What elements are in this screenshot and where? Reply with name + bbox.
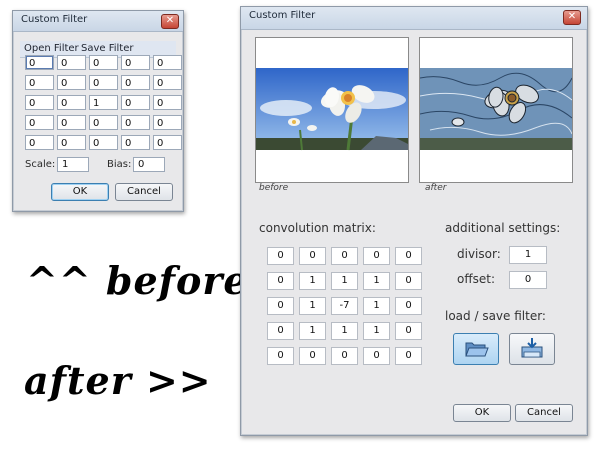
matrix-cell[interactable]: 0 xyxy=(395,272,422,290)
cancel-button[interactable]: Cancel xyxy=(115,183,173,201)
title-bar[interactable]: Custom Filter ✕ xyxy=(13,11,183,32)
title-bar[interactable]: Custom Filter ✕ xyxy=(241,7,587,30)
matrix-cell[interactable]: 0 xyxy=(121,135,150,150)
matrix-cell[interactable]: 0 xyxy=(25,135,54,150)
save-filter-button[interactable] xyxy=(509,333,555,365)
matrix-cell[interactable]: 0 xyxy=(395,347,422,365)
after-preview xyxy=(419,37,573,183)
after-caption: after xyxy=(425,183,447,193)
divisor-label: divisor: xyxy=(457,247,501,261)
matrix-cell[interactable]: 0 xyxy=(153,95,182,110)
before-annotation: ^^ before xyxy=(26,258,249,303)
divisor-input[interactable]: 1 xyxy=(509,246,547,264)
matrix-cell[interactable]: 0 xyxy=(395,322,422,340)
matrix-cell[interactable]: 1 xyxy=(363,272,390,290)
window-title: Custom Filter xyxy=(21,14,88,25)
matrix-cell[interactable]: 0 xyxy=(57,135,86,150)
offset-input[interactable]: 0 xyxy=(509,271,547,289)
matrix-cell[interactable]: 1 xyxy=(299,297,326,315)
matrix-cell[interactable]: 0 xyxy=(121,55,150,70)
after-annotation: after >> xyxy=(24,358,212,403)
matrix-cell[interactable]: 0 xyxy=(57,75,86,90)
open-filter-button[interactable] xyxy=(453,333,499,365)
matrix-cell[interactable]: 0 xyxy=(121,75,150,90)
custom-filter-dialog-new: Custom Filter ✕ before after convolution… xyxy=(240,6,588,436)
close-icon[interactable]: ✕ xyxy=(161,14,179,29)
matrix-cell[interactable]: 1 xyxy=(331,272,358,290)
matrix-cell[interactable]: 1 xyxy=(363,297,390,315)
matrix-cell[interactable]: 0 xyxy=(25,55,54,70)
matrix-cell[interactable]: 0 xyxy=(121,95,150,110)
matrix-cell[interactable]: 0 xyxy=(363,247,390,265)
matrix-cell[interactable]: 0 xyxy=(363,347,390,365)
matrix-cell[interactable]: 0 xyxy=(299,347,326,365)
matrix-cell[interactable]: 1 xyxy=(299,272,326,290)
matrix-cell[interactable]: 1 xyxy=(363,322,390,340)
before-caption: before xyxy=(259,183,289,193)
window-title: Custom Filter xyxy=(249,10,316,21)
matrix-cell[interactable]: 0 xyxy=(89,115,118,130)
matrix-cell[interactable]: 0 xyxy=(267,247,294,265)
matrix-cell[interactable]: 0 xyxy=(89,75,118,90)
ok-button[interactable]: OK xyxy=(453,404,511,422)
matrix-cell[interactable]: 1 xyxy=(299,322,326,340)
save-icon xyxy=(521,338,543,358)
matrix-cell[interactable]: 0 xyxy=(25,115,54,130)
bias-label: Bias: xyxy=(107,159,132,170)
close-icon[interactable]: ✕ xyxy=(563,10,581,25)
matrix-cell[interactable]: 0 xyxy=(299,247,326,265)
offset-label: offset: xyxy=(457,272,495,286)
ok-button[interactable]: OK xyxy=(51,183,109,201)
open-folder-icon xyxy=(465,342,489,357)
matrix-cell[interactable]: 0 xyxy=(267,322,294,340)
additional-settings-label: additional settings: xyxy=(445,221,561,235)
menu-save-filter[interactable]: Save Filter xyxy=(81,43,134,54)
convolution-matrix-label: convolution matrix: xyxy=(259,221,376,235)
matrix-cell[interactable]: 0 xyxy=(153,55,182,70)
before-photo xyxy=(256,38,408,182)
matrix-cell[interactable]: 0 xyxy=(395,247,422,265)
before-preview xyxy=(255,37,409,183)
matrix-cell[interactable]: 0 xyxy=(57,95,86,110)
matrix-cell[interactable]: -7 xyxy=(331,297,358,315)
matrix-cell[interactable]: 1 xyxy=(89,95,118,110)
matrix-cell[interactable]: 0 xyxy=(153,135,182,150)
matrix-cell[interactable]: 0 xyxy=(267,272,294,290)
matrix-cell[interactable]: 0 xyxy=(89,55,118,70)
bias-input[interactable]: 0 xyxy=(133,157,165,172)
matrix-cell[interactable]: 0 xyxy=(57,55,86,70)
matrix-cell[interactable]: 0 xyxy=(267,297,294,315)
matrix-cell[interactable]: 0 xyxy=(57,115,86,130)
matrix-cell[interactable]: 0 xyxy=(331,247,358,265)
matrix-cell[interactable]: 0 xyxy=(267,347,294,365)
custom-filter-dialog-old: Custom Filter ✕ Open Filter Save Filter … xyxy=(12,10,184,212)
matrix-cell[interactable]: 0 xyxy=(153,75,182,90)
matrix-cell[interactable]: 0 xyxy=(25,95,54,110)
scale-input[interactable]: 1 xyxy=(57,157,89,172)
matrix-cell[interactable]: 0 xyxy=(331,347,358,365)
menu-open-filter[interactable]: Open Filter xyxy=(24,43,79,54)
matrix-cell[interactable]: 1 xyxy=(331,322,358,340)
matrix-cell[interactable]: 0 xyxy=(121,115,150,130)
matrix-cell[interactable]: 0 xyxy=(25,75,54,90)
load-save-filter-label: load / save filter: xyxy=(445,309,546,323)
matrix-cell[interactable]: 0 xyxy=(395,297,422,315)
scale-label: Scale: xyxy=(25,159,56,170)
after-photo xyxy=(420,38,572,182)
matrix-cell[interactable]: 0 xyxy=(153,115,182,130)
cancel-button[interactable]: Cancel xyxy=(515,404,573,422)
matrix-cell[interactable]: 0 xyxy=(89,135,118,150)
